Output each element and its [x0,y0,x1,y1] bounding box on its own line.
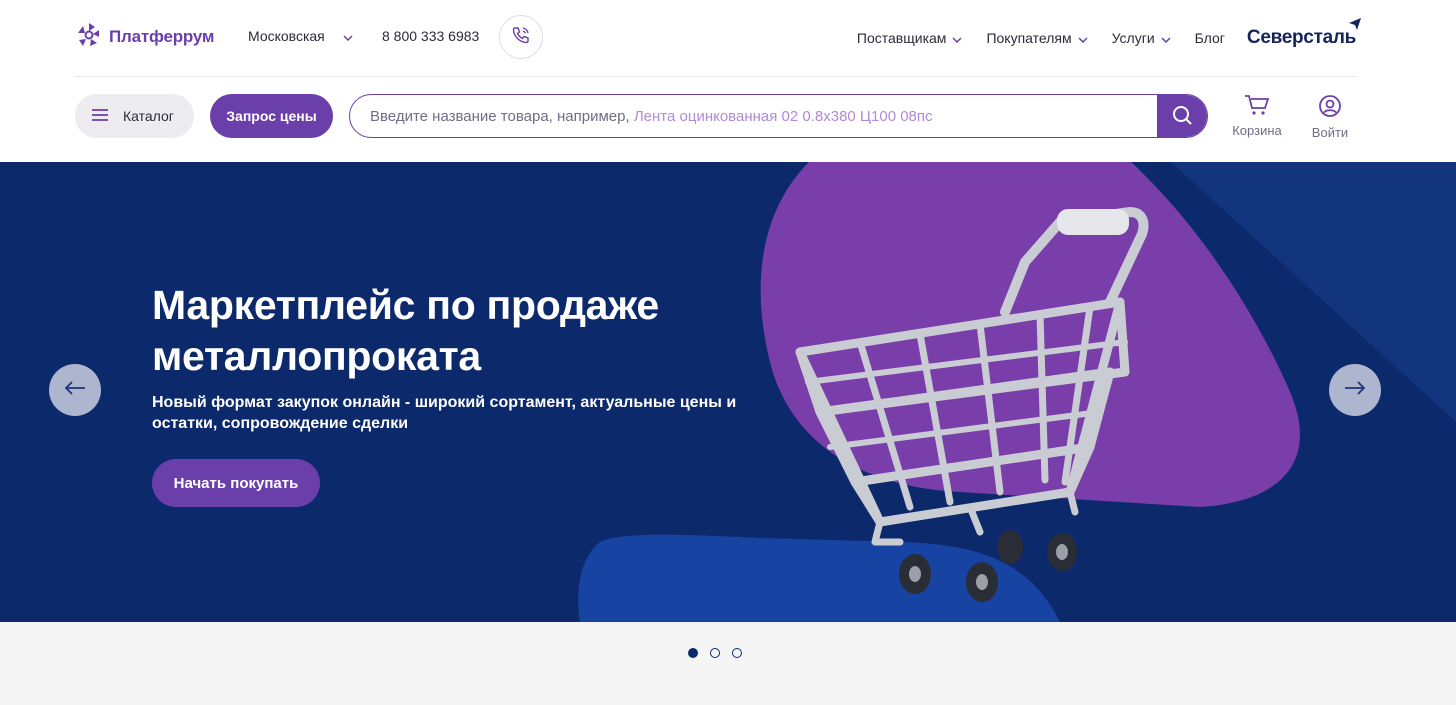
main-nav: Поставщикам Покупателям Услуги Блог Севе… [833,18,1361,49]
catalog-label: Каталог [123,108,174,124]
header-top-row: Платферрум Московская 8 800 333 6983 Пос… [75,0,1361,77]
search-input[interactable]: Введите название товара, например, Лента… [349,94,1208,138]
nav-item-blog[interactable]: Блог [1195,30,1225,46]
carousel-pagination [688,648,754,658]
region-label: Московская [248,28,325,44]
arrow-right-icon [1344,380,1366,401]
nav-item-suppliers[interactable]: Поставщикам [857,30,963,46]
nav-label: Поставщикам [856,30,947,46]
login-link[interactable]: Войти [1303,94,1357,140]
placeholder-example: Лента оцинкованная 02 0.8х380 Ц100 08пс [633,108,933,125]
search-icon [1171,104,1193,131]
search-placeholder: Введите название товара, например, Лента… [370,108,933,125]
carousel-dot-3[interactable] [732,648,742,658]
severstal-logo[interactable]: Северсталь [1246,18,1361,49]
phone-number[interactable]: 8 800 333 6983 [382,28,479,44]
region-selector[interactable]: Московская [248,28,353,44]
hamburger-icon [91,108,109,125]
nav-label: Покупателям [986,30,1072,46]
carousel-prev-button[interactable] [49,364,101,416]
search-button[interactable] [1157,95,1207,137]
nav-item-buyers[interactable]: Покупателям [986,30,1088,46]
nav-label: Блог [1194,30,1225,46]
placeholder-text: Введите название товара, например, [370,108,630,125]
logo[interactable]: Платферрум [75,22,214,52]
brand-text: Северсталь [1246,27,1356,48]
chevron-down-icon [1161,30,1171,46]
nav-item-services[interactable]: Услуги [1112,30,1171,46]
hero-title: Маркетплейс по продаже металлопроката [152,282,659,379]
chevron-down-icon [1078,30,1088,46]
price-request-button[interactable]: Запрос цены [210,94,333,138]
start-shopping-button[interactable]: Начать покупать [152,459,320,507]
call-button[interactable] [499,15,543,59]
shopping-cart-illustration [795,207,1149,602]
platferrum-logo-icon [75,21,103,54]
carousel-next-button[interactable] [1329,364,1381,416]
carousel-dot-2[interactable] [710,648,720,658]
site-header: Платферрум Московская 8 800 333 6983 Пос… [0,0,1456,162]
hero-subtitle: Новый формат закупок онлайн - широкий со… [152,394,737,432]
chevron-down-icon [952,30,962,46]
cart-icon [1244,94,1270,119]
user-icon [1318,94,1342,121]
cart-label: Корзина [1232,123,1282,138]
brand-mark-icon [1348,15,1362,37]
header-toolbar: Каталог Запрос цены Введите название тов… [75,94,1357,140]
hero-banner: Маркетплейс по продаже металлопроката Но… [0,162,1456,622]
logo-text: Платферрум [109,27,215,46]
arrow-left-icon [64,380,86,401]
chevron-down-icon [343,28,353,44]
phone-icon [511,25,531,50]
catalog-button[interactable]: Каталог [75,94,194,138]
nav-label: Услуги [1111,30,1155,46]
cart-link[interactable]: Корзина [1227,94,1287,138]
login-label: Войти [1311,125,1349,140]
carousel-dot-1[interactable] [688,648,698,658]
